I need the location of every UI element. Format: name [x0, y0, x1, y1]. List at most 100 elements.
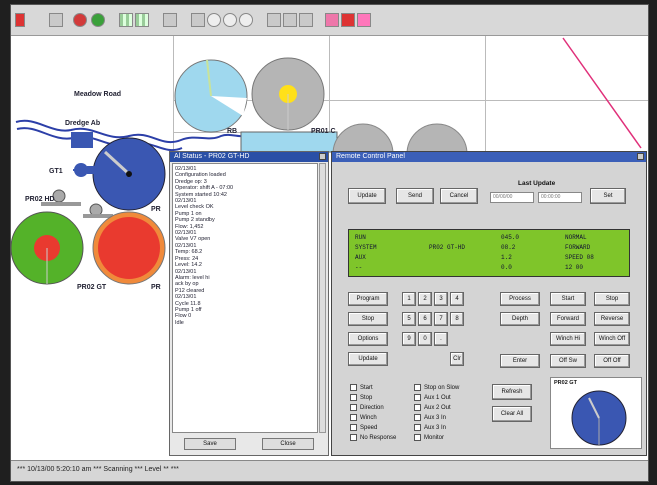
update-left-button[interactable]: Update — [348, 352, 388, 366]
checkbox-aux1[interactable]: Aux 1 Out — [414, 394, 451, 401]
control-dialog: Remote Control Panel Update Send Cancel … — [331, 151, 647, 456]
help-icon[interactable] — [283, 13, 297, 27]
keypad-key[interactable]: . — [434, 332, 448, 346]
off-sw-button[interactable]: Off Sw — [550, 354, 586, 368]
lcd-cell: SYSTEM — [355, 244, 377, 251]
checkbox-label: Speed — [360, 425, 378, 432]
checkbox-monitor[interactable]: Monitor — [414, 434, 444, 441]
screen: Meadow Road Dredge Ab RB GT1 PR PR PR01 … — [10, 4, 649, 482]
keypad-key[interactable]: 8 — [450, 312, 464, 326]
zoom-fit-icon[interactable] — [239, 13, 253, 27]
lcd-row: SYSTEM PR02 GT-HD 08.2 FORWARD — [355, 244, 623, 254]
checkbox-aux3[interactable]: Aux 3 In — [414, 414, 446, 421]
refresh-icon[interactable] — [49, 13, 63, 27]
process-button[interactable]: Process — [500, 292, 540, 306]
alarm-icon[interactable] — [341, 13, 355, 27]
checkbox-icon — [414, 394, 421, 401]
date-field[interactable]: 00/00/00 — [490, 192, 534, 203]
lcd-cell: 08.2 — [501, 244, 516, 251]
zoom-in-icon[interactable] — [207, 13, 221, 27]
map-label: RB — [227, 128, 238, 135]
log-text[interactable]: 02/13/01 Configuration loaded Dredge op: 3… — [172, 163, 318, 433]
preview-panel: PR02 GT — [550, 377, 642, 449]
checkbox-aux2[interactable]: Aux 2 Out — [414, 404, 451, 411]
cancel-button[interactable]: Cancel — [440, 188, 478, 204]
checkbox-label: Start — [360, 385, 373, 392]
flag-icon[interactable] — [325, 13, 339, 27]
log-save-button[interactable]: Save — [184, 438, 236, 450]
checkbox-stop-on-slow[interactable]: Stop on Slow — [414, 384, 459, 391]
off-off-button[interactable]: Off Off — [594, 354, 630, 368]
checkbox-start[interactable]: Start — [350, 384, 373, 391]
keypad-key[interactable]: 1 — [402, 292, 416, 306]
keypad-key[interactable]: 6 — [418, 312, 432, 326]
lcd-cell: PR02 GT-HD — [429, 244, 466, 251]
undo-icon[interactable] — [163, 13, 177, 27]
dropdown-icon[interactable] — [299, 13, 313, 27]
start-button[interactable]: Start — [550, 292, 586, 306]
close-icon[interactable] — [319, 153, 326, 160]
keypad-key[interactable]: 2 — [418, 292, 432, 306]
winch-hi-button[interactable]: Winch Hi — [550, 332, 586, 346]
go-icon[interactable] — [91, 13, 105, 27]
time-field[interactable]: 00:00:00 — [538, 192, 582, 203]
keypad-key[interactable]: 7 — [434, 312, 448, 326]
log-line: Idle — [175, 319, 184, 326]
map-label: PR — [151, 206, 161, 213]
checkbox-stop[interactable]: Stop — [350, 394, 372, 401]
depth-button[interactable]: Depth — [500, 312, 540, 326]
dredge-box — [71, 132, 93, 148]
checkbox-direction[interactable]: Direction — [350, 404, 384, 411]
refresh-button[interactable]: Refresh — [492, 384, 532, 400]
winch-off-button[interactable]: Winch Off — [594, 332, 630, 346]
options-button[interactable]: Options — [348, 332, 388, 346]
checkbox-icon — [350, 414, 357, 421]
grid-icon[interactable] — [119, 13, 133, 27]
keypad-key[interactable]: 4 — [450, 292, 464, 306]
log-titlebar[interactable]: Al Status - PR02 GT-HD — [170, 152, 328, 162]
clear-all-button[interactable]: Clear All — [492, 406, 532, 422]
record-icon[interactable] — [73, 13, 87, 27]
map-label: Dredge Ab — [65, 120, 101, 127]
program-button[interactable]: Program — [348, 292, 388, 306]
select-icon[interactable] — [191, 13, 205, 27]
stop-icon[interactable] — [15, 13, 25, 27]
log-close-button[interactable]: Close — [262, 438, 314, 450]
lcd-cell: 045.0 — [501, 234, 520, 241]
checkbox-label: Aux 1 Out — [424, 395, 451, 402]
rotate-icon[interactable] — [267, 13, 281, 27]
enter-button[interactable]: Enter — [500, 354, 540, 368]
send-button[interactable]: Send — [396, 188, 434, 204]
map-label: Meadow Road — [74, 91, 122, 98]
forward-button[interactable]: Forward — [550, 312, 586, 326]
keypad-key[interactable]: 0 — [418, 332, 432, 346]
log-title: Al Status - PR02 GT-HD — [174, 153, 250, 160]
grid-alt-icon[interactable] — [135, 13, 149, 27]
checkbox-aux3b[interactable]: Aux 3 In — [414, 424, 446, 431]
keypad-key[interactable]: 3 — [434, 292, 448, 306]
lcd-cell: 1.2 — [501, 254, 512, 261]
keypad-key[interactable]: 5 — [402, 312, 416, 326]
zoom-out-icon[interactable] — [223, 13, 237, 27]
print-icon[interactable] — [357, 13, 371, 27]
stop-button[interactable]: Stop — [348, 312, 388, 326]
reverse-button[interactable]: Reverse — [594, 312, 630, 326]
close-icon[interactable] — [637, 153, 644, 160]
control-titlebar[interactable]: Remote Control Panel — [332, 152, 646, 162]
map-label: GT1 — [49, 168, 63, 175]
keypad-key[interactable]: 9 — [402, 332, 416, 346]
stop-right-button[interactable]: Stop — [594, 292, 630, 306]
tank-gray-partial — [332, 123, 394, 155]
keypad-key[interactable]: Clr — [450, 352, 464, 366]
preview-graphic — [571, 390, 627, 446]
update-button[interactable]: Update — [348, 188, 386, 204]
lcd-row: AUX 1.2 SPEED 08 — [355, 254, 623, 264]
checkbox-no-response[interactable]: No Response — [350, 434, 396, 441]
map-label: PR — [151, 284, 161, 291]
lcd-cell: SPEED 08 — [565, 254, 594, 261]
log-scrollbar[interactable] — [319, 163, 326, 433]
set-button[interactable]: Set — [590, 188, 626, 204]
checkbox-speed[interactable]: Speed — [350, 424, 377, 431]
checkbox-winch[interactable]: Winch — [350, 414, 377, 421]
valve-icon — [52, 189, 66, 203]
